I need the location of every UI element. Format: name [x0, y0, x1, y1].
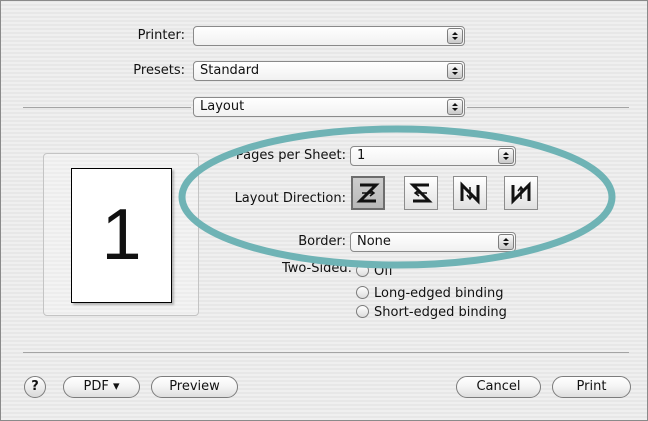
radio-button-icon: [356, 264, 369, 277]
radio-button-icon: [356, 286, 369, 299]
cancel-button[interactable]: Cancel: [456, 376, 541, 398]
pages-per-sheet-popup[interactable]: 1: [350, 146, 516, 166]
preview-label: Preview: [169, 379, 220, 394]
popup-arrows-icon: [447, 28, 463, 44]
short-edged-binding-radio[interactable]: Short-edged binding: [356, 305, 507, 323]
panel-popup[interactable]: Layout: [193, 97, 465, 117]
pages-per-sheet-label: Pages per Sheet:: [235, 148, 346, 163]
direction-z-left-button[interactable]: [404, 176, 438, 210]
border-value: None: [357, 234, 391, 249]
preview-button[interactable]: Preview: [151, 376, 238, 398]
short-edged-binding-label: Short-edged binding: [374, 305, 507, 320]
border-popup[interactable]: None: [350, 232, 516, 252]
print-label: Print: [576, 379, 607, 394]
popup-arrows-icon: [447, 99, 463, 115]
presets-value: Standard: [200, 63, 260, 78]
border-label: Border:: [298, 234, 346, 249]
separator-left: [23, 107, 191, 108]
n-down-direction-icon: [460, 181, 480, 205]
bottom-separator: [23, 352, 629, 353]
pages-per-sheet-value: 1: [357, 148, 366, 163]
layout-direction-label: Layout Direction:: [234, 191, 346, 206]
direction-z-right-button[interactable]: [351, 176, 385, 210]
presets-popup[interactable]: Standard: [193, 61, 465, 81]
print-dialog: Printer: Presets: Standard Layout 1 Page…: [0, 0, 648, 421]
preview-page: 1: [71, 168, 172, 303]
long-edged-binding-label: Long-edged binding: [374, 286, 504, 301]
n-up-direction-icon: [511, 181, 531, 205]
popup-arrows-icon: [498, 148, 514, 164]
radio-button-icon: [356, 305, 369, 318]
help-label: ?: [31, 379, 39, 394]
direction-n-up-button[interactable]: [504, 176, 538, 210]
printer-popup[interactable]: [193, 26, 465, 46]
popup-arrows-icon: [498, 234, 514, 250]
separator-right: [467, 107, 629, 108]
two-sided-label: Two-Sided:: [281, 261, 352, 276]
help-button[interactable]: ?: [24, 376, 46, 398]
cancel-label: Cancel: [476, 379, 521, 394]
long-edged-binding-radio[interactable]: Long-edged binding: [356, 286, 504, 304]
print-button[interactable]: Print: [552, 376, 631, 398]
presets-label: Presets:: [133, 63, 185, 78]
pdf-label: PDF ▾: [83, 379, 120, 394]
preview-page-number: 1: [101, 195, 142, 275]
preview-area: 1: [43, 153, 199, 316]
two-sided-off-radio[interactable]: Off: [356, 264, 393, 282]
z-left-direction-icon: [409, 183, 433, 203]
two-sided-off-label: Off: [374, 264, 394, 279]
panel-value: Layout: [200, 99, 245, 114]
pdf-button[interactable]: PDF ▾: [63, 376, 140, 398]
z-right-direction-icon: [356, 183, 380, 203]
popup-arrows-icon: [447, 63, 463, 79]
printer-label: Printer:: [137, 28, 185, 43]
direction-n-down-button[interactable]: [453, 176, 487, 210]
